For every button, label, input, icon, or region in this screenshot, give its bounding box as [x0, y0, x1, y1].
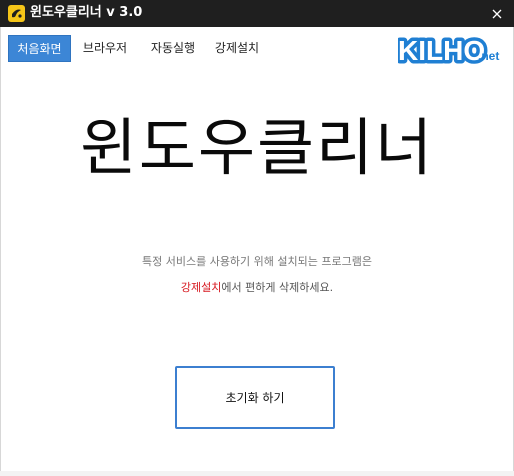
tab-forced-install[interactable]: 강제설치	[208, 35, 266, 62]
window-border-left	[0, 27, 1, 476]
close-icon	[492, 9, 502, 18]
status-bar	[0, 471, 514, 476]
title-bar[interactable]: 윈도우클리너 v 3.0	[0, 0, 514, 27]
reset-button[interactable]: 초기화 하기	[175, 366, 335, 429]
tab-browser[interactable]: 브라우저	[76, 35, 134, 62]
description-highlight: 강제설치	[180, 281, 222, 294]
close-button[interactable]	[480, 0, 514, 27]
kilho-logo: KILHO KILHO .net	[398, 33, 499, 67]
tab-home[interactable]: 처음화면	[8, 35, 71, 62]
sparkle-app-icon	[8, 5, 25, 22]
logo-text-suffix: .net	[478, 49, 499, 63]
description-line-1: 특정 서비스를 사용하기 위해 설치되는 프로그램은	[141, 255, 372, 268]
page-title: 윈도우클리너	[79, 111, 435, 184]
app-window: 윈도우클리너 v 3.0 처음화면 브라우저 자동실행 강제설치 KILHO K…	[0, 0, 514, 476]
tab-autorun[interactable]: 자동실행	[142, 35, 204, 62]
description-line-2: 강제설치에서 편하게 삭제하세요.	[0, 280, 514, 296]
description-rest: 에서 편하게 삭제하세요.	[221, 281, 334, 294]
window-title: 윈도우클리너 v 3.0	[30, 5, 143, 20]
logo-text-main: KILHO	[398, 35, 485, 66]
